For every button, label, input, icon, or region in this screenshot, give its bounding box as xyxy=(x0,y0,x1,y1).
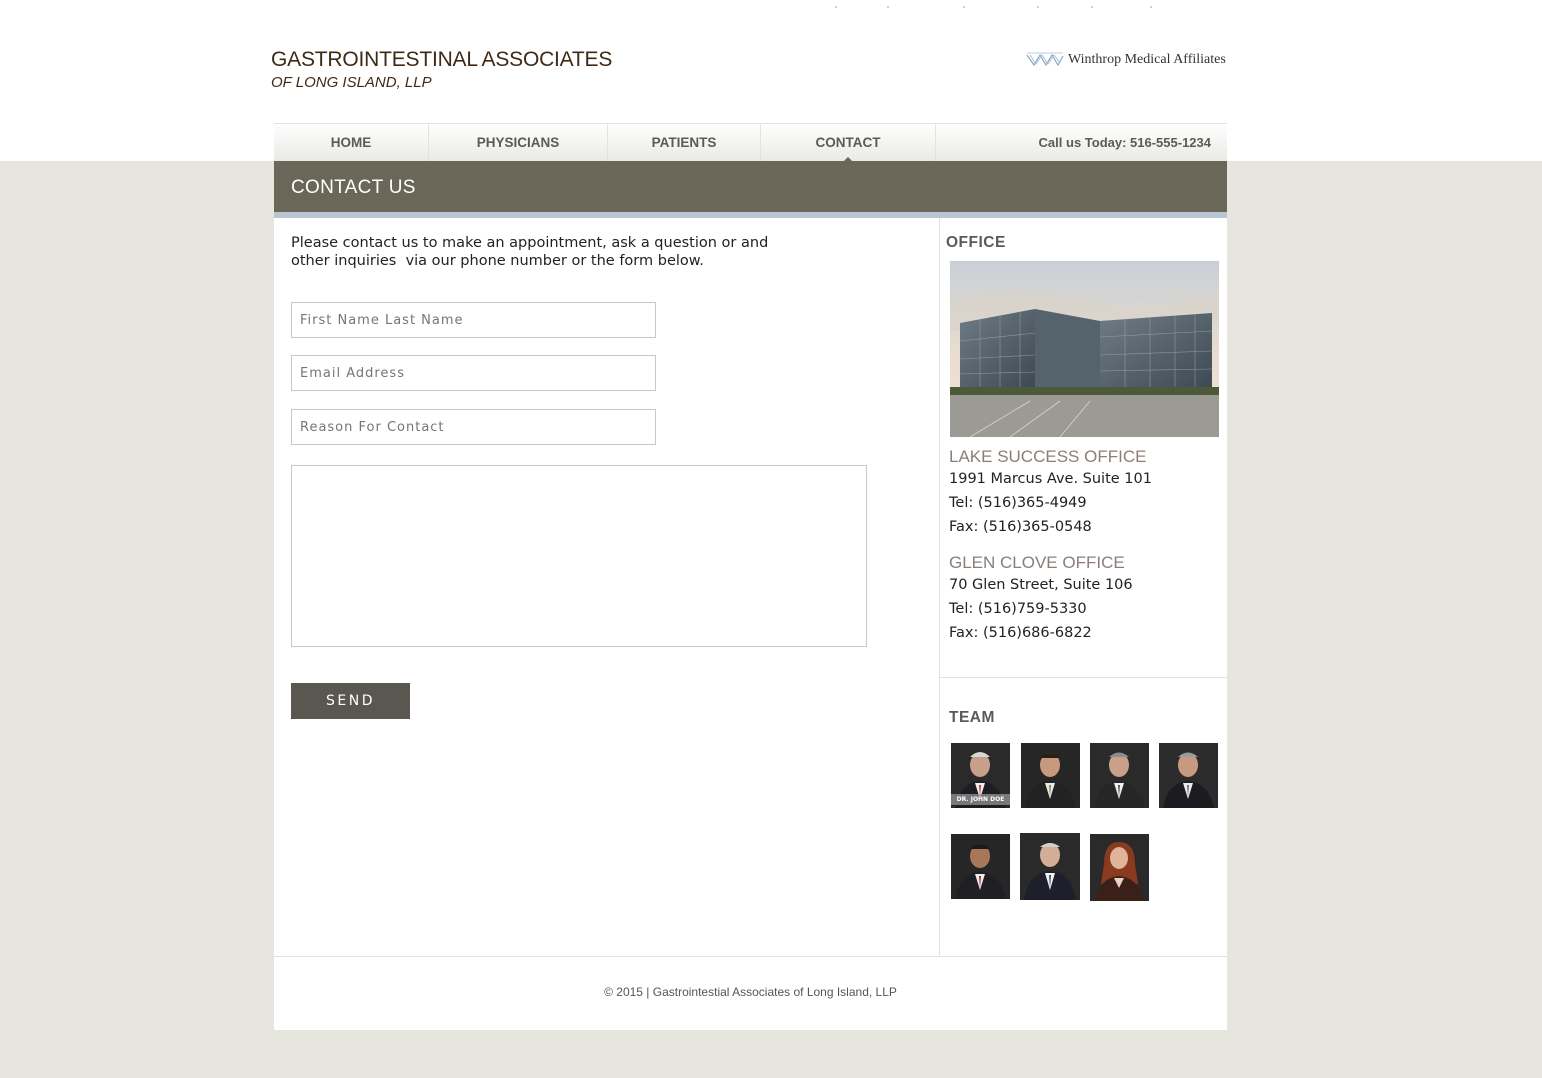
office-name-lake-success: LAKE SUCCESS OFFICE xyxy=(949,447,1147,466)
office-building-photo xyxy=(950,261,1219,437)
office-name-glen-clove: GLEN CLOVE OFFICE xyxy=(949,553,1125,572)
office-fax: Fax: (516)365-0548 xyxy=(949,519,1092,535)
office-tel[interactable]: Tel: (516)365-4949 xyxy=(949,495,1087,511)
page-header-bar: CONTACT US xyxy=(274,161,1227,212)
team-member-photo[interactable] xyxy=(1090,743,1149,808)
logo-line-2: OF LONG ISLAND, LLP xyxy=(271,74,432,91)
winthrop-wave-icon xyxy=(1026,52,1064,67)
name-field[interactable] xyxy=(291,302,656,338)
office-address: 1991 Marcus Ave. Suite 101 xyxy=(949,471,1152,487)
accent-bar xyxy=(274,212,1227,218)
send-button[interactable]: SEND xyxy=(291,683,410,719)
office-address: 70 Glen Street, Suite 106 xyxy=(949,577,1133,593)
team-member-photo[interactable]: DR. JOHN DOE xyxy=(951,743,1010,808)
team-member-photo[interactable] xyxy=(1090,834,1149,901)
site-logo[interactable]: GASTROINTESTINAL ASSOCIATES OF LONG ISLA… xyxy=(271,48,612,94)
intro-line-1: Please contact us to make an appointment… xyxy=(291,235,769,251)
sidebar-divider xyxy=(939,218,940,956)
page-title: CONTACT US xyxy=(291,177,416,198)
reason-field[interactable] xyxy=(291,409,656,445)
main-content: CONTACT US Please contact us to make an … xyxy=(274,161,1227,1030)
intro-line-2: other inquiries via our phone number or … xyxy=(291,253,704,269)
logo-line-1: GASTROINTESTINAL ASSOCIATES xyxy=(271,48,613,71)
team-member-photo[interactable] xyxy=(951,834,1010,899)
team-member-photo[interactable] xyxy=(1021,743,1080,808)
office-section-title: OFFICE xyxy=(946,234,1006,251)
affiliate-name: Winthrop Medical Affiliates xyxy=(1068,52,1226,67)
affiliate-logo[interactable]: Winthrop Medical Affiliates xyxy=(1026,52,1226,68)
office-tel[interactable]: Tel: (516)759-5330 xyxy=(949,601,1087,617)
intro-text: Please contact us to make an appointment… xyxy=(291,234,771,270)
team-member-photo[interactable] xyxy=(1020,833,1080,900)
nav-home[interactable]: HOME xyxy=(274,124,429,161)
team-member-photo[interactable] xyxy=(1159,743,1218,808)
sidebar-divider-horizontal xyxy=(940,677,1227,678)
office-fax: Fax: (516)686-6822 xyxy=(949,625,1092,641)
nav-physicians[interactable]: PHYSICIANS xyxy=(429,124,608,161)
message-textarea[interactable] xyxy=(291,465,867,647)
nav-patients[interactable]: PATIENTS xyxy=(608,124,761,161)
team-member-caption: DR. JOHN DOE xyxy=(951,794,1010,805)
footer-copyright: © 2015 | Gastrointestial Associates of L… xyxy=(604,985,897,999)
call-us-phone[interactable]: Call us Today: 516-555-1234 xyxy=(1039,124,1211,162)
footer-divider xyxy=(274,956,1227,957)
nav-contact[interactable]: CONTACT xyxy=(761,124,936,161)
team-section-title: TEAM xyxy=(949,709,995,726)
main-nav: HOME PHYSICIANS PATIENTS CONTACT Call us… xyxy=(274,123,1227,161)
top-utility-dots xyxy=(820,6,1180,16)
email-field[interactable] xyxy=(291,355,656,391)
